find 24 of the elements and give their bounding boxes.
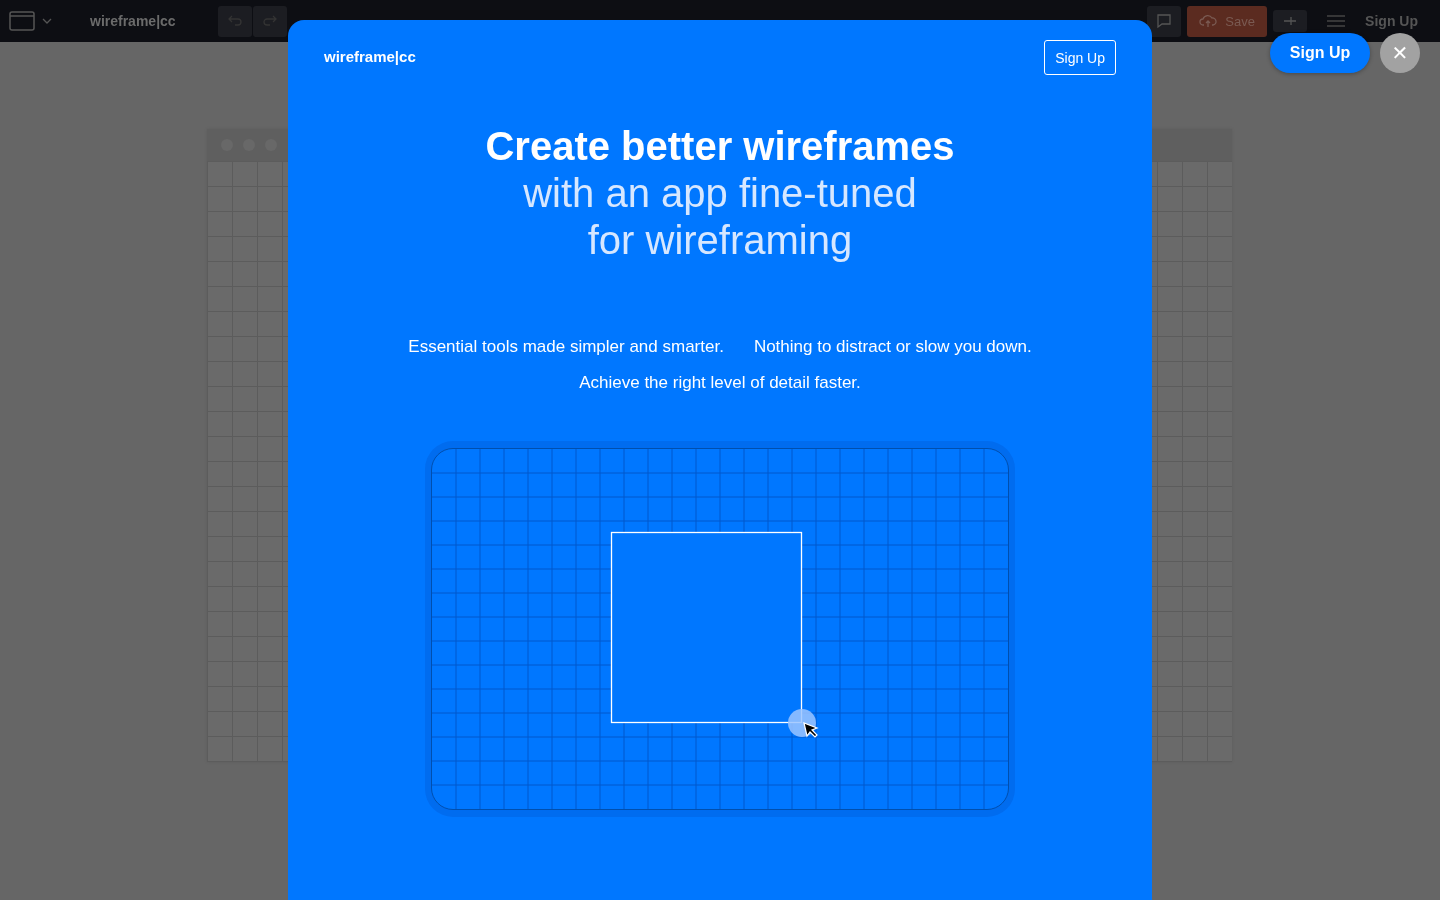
headline: Create better wireframes (485, 123, 955, 170)
sign-up-button[interactable]: Sign Up (1044, 40, 1116, 75)
redo-button[interactable] (252, 5, 287, 37)
undo-button[interactable] (217, 5, 252, 37)
feature-text: Essential tools made simpler and smarter. (408, 336, 724, 358)
subheadline: for wireframing (587, 217, 853, 264)
chevron-down-icon[interactable] (42, 18, 52, 24)
subheadline: with an app fine-tuned (523, 170, 917, 217)
split-icon (1282, 14, 1299, 28)
sign-up-button[interactable]: Sign Up (1270, 33, 1370, 73)
feature-text: Nothing to distract or slow you down. (753, 336, 1032, 358)
feature-text: Achieve the right level of detail faster. (579, 372, 861, 394)
comment-icon (1156, 13, 1173, 29)
split-button[interactable] (1273, 10, 1308, 32)
undo-icon (226, 14, 243, 28)
window-icon[interactable] (9, 11, 35, 31)
app-logo: wireframe|cc (90, 13, 176, 29)
comment-button[interactable] (1147, 5, 1182, 37)
close-button[interactable]: ✕ (1380, 33, 1420, 73)
modal-logo: wireframe|cc (324, 48, 416, 65)
cursor-icon (788, 709, 819, 738)
sign-up-link[interactable]: Sign Up (1365, 13, 1418, 29)
menu-icon[interactable] (1327, 15, 1346, 27)
cloud-upload-icon (1199, 14, 1218, 28)
